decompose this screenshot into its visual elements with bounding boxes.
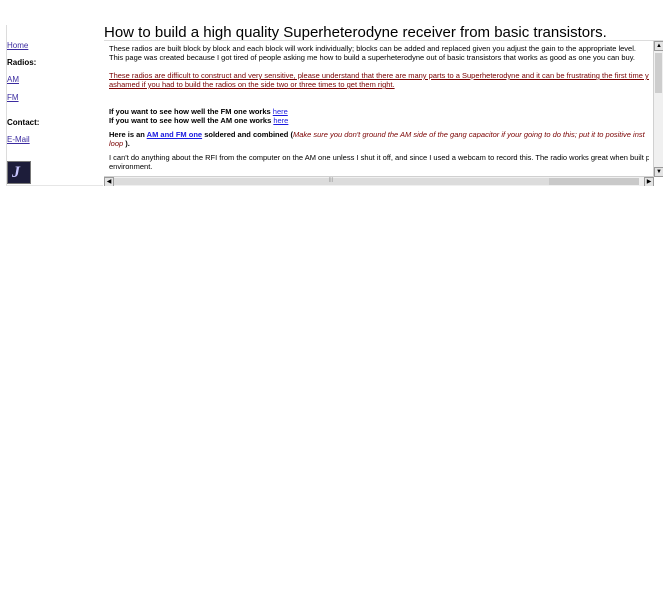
warning-line-2: ashamed if you had to build the radios o… [109,80,649,89]
horizontal-scroll-thumb[interactable]: ||| [114,177,554,185]
rfi-line-2: environment. [109,162,153,171]
scroll-down-icon[interactable]: ▼ [654,167,663,177]
combined-end: ). [125,139,130,148]
am-here-link[interactable]: here [273,116,288,125]
nav-email-link[interactable]: E-Mail [7,135,30,144]
page-title: How to build a high quality Superheterod… [104,24,607,41]
nav-fm-link[interactable]: FM [7,93,19,102]
nav-home-link[interactable]: Home [7,41,28,50]
warning-link-2[interactable]: ashamed if you had to build the radios o… [109,80,395,89]
intro-line-1: These radios are built block by block an… [109,44,636,53]
am-works-row: If you want to see how well the AM one w… [109,116,649,125]
vertical-scroll-thumb[interactable] [655,53,662,93]
content-frame: These radios are built block by block an… [104,40,663,186]
site-logo[interactable]: J [7,161,31,184]
radios-heading: Radios: [7,58,37,67]
content-body: These radios are built block by block an… [109,44,649,177]
warning-link-1[interactable]: These radios are difficult to construct … [109,71,649,80]
combined-row-2: loop ). [109,139,649,148]
nav-am-link[interactable]: AM [7,75,19,84]
warning-line-1: These radios are difficult to construct … [109,71,649,80]
contact-heading: Contact: [7,118,40,127]
horizontal-scroll-track-highlight [549,178,639,185]
combined-pre: Here is an [109,130,145,139]
intro-line-2: This page was created because I got tire… [109,53,636,62]
combined-row: Here is an AM and FM one soldered and co… [109,130,649,139]
fm-works-text: If you want to see how well the FM one w… [109,107,271,116]
vertical-scrollbar[interactable]: ▲ ▼ [653,41,663,177]
scroll-left-icon[interactable]: ◀ [104,177,114,186]
scroll-up-icon[interactable]: ▲ [654,41,663,51]
logo-glyph: J [12,164,20,181]
sidebar-nav: Home Radios: AM FM Contact: E-Mail J [6,25,103,186]
fm-works-row: If you want to see how well the FM one w… [109,107,649,116]
am-works-text: If you want to see how well the AM one w… [109,116,272,125]
horizontal-scrollbar[interactable]: ◀ ||| ▶ [104,176,654,186]
am-fm-link[interactable]: AM and FM one [147,130,202,139]
fm-here-link[interactable]: here [273,107,288,116]
scroll-right-icon[interactable]: ▶ [644,177,654,186]
combined-note-2: loop [109,139,124,148]
combined-mid: soldered and combined ( [204,130,293,139]
combined-note-1: Make sure you don't ground the AM side o… [292,130,645,139]
scroll-grip-icon: ||| [329,177,333,183]
rfi-line-1: I can't do anything about the RFI from t… [109,153,649,162]
